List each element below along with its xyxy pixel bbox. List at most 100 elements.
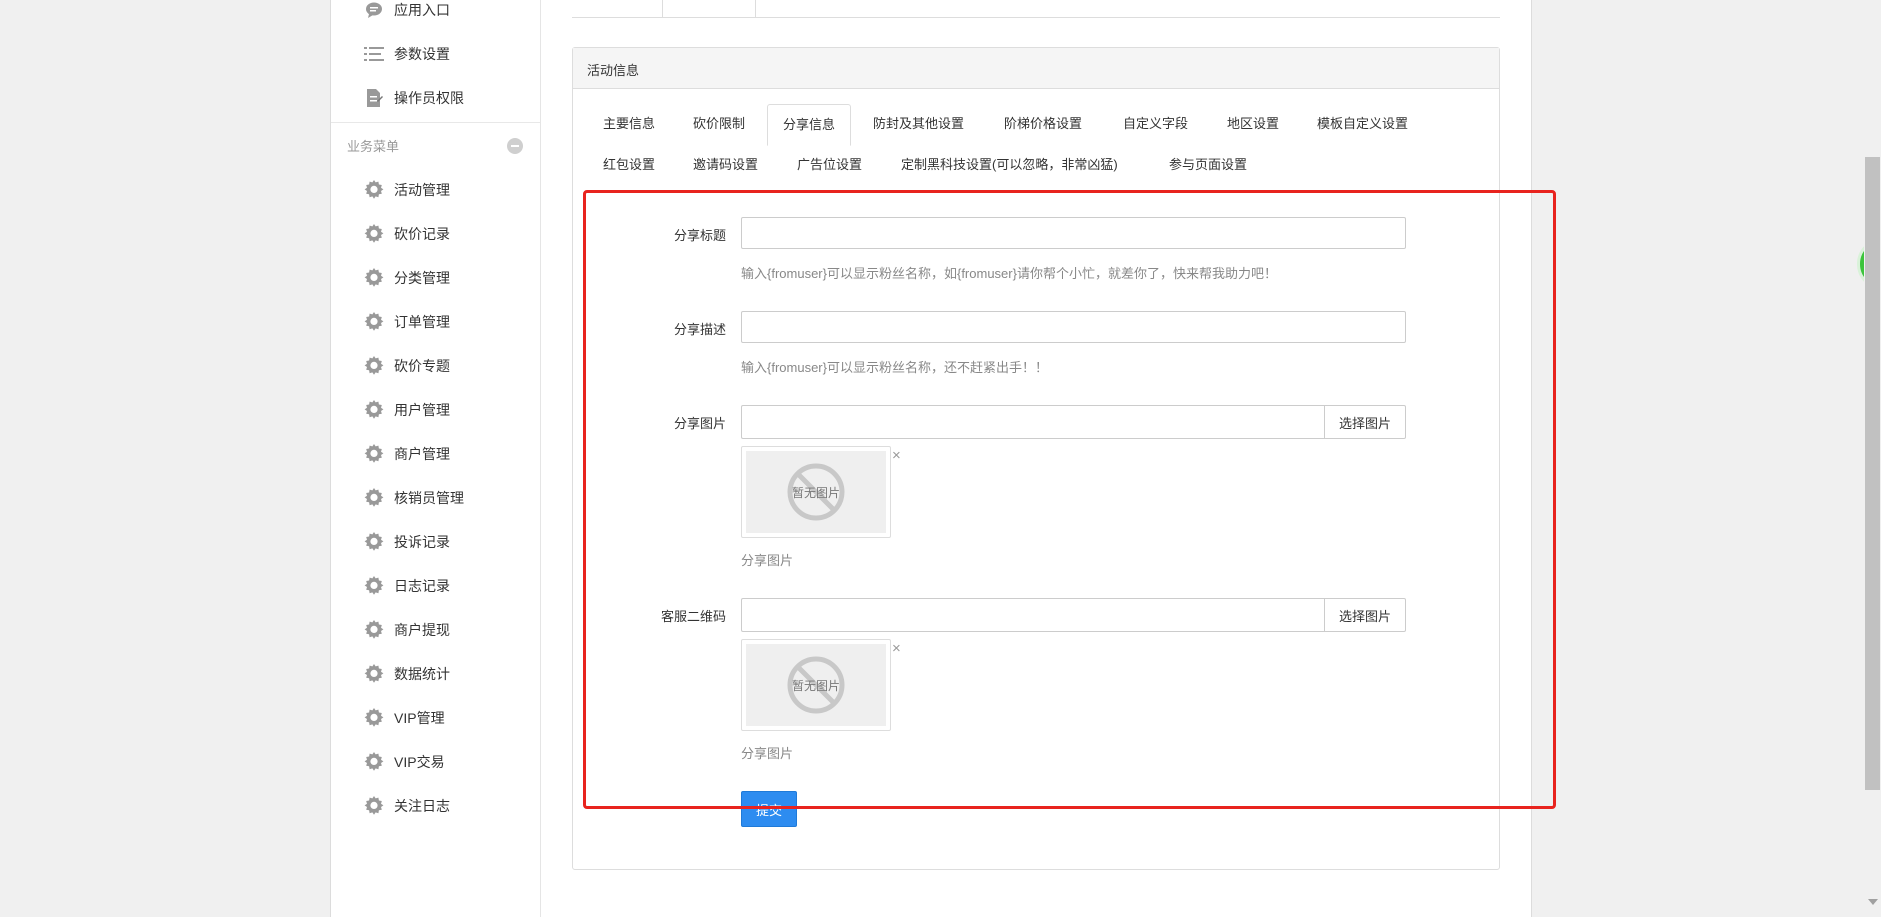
no-image-text: 暂无图片 — [791, 485, 840, 500]
scrollbar-thumb[interactable] — [1865, 157, 1880, 790]
sidebar-divider — [331, 122, 540, 123]
sidebar-item-label: 用户管理 — [394, 402, 450, 418]
sidebar-group-title: 业务菜单 — [347, 139, 400, 154]
submit-button[interactable]: 提交 — [741, 791, 797, 827]
sidebar-item-13[interactable]: VIP管理 — [331, 700, 540, 736]
gear-icon — [363, 267, 385, 289]
chat-bubble-icon — [363, 0, 385, 21]
gear-icon — [363, 575, 385, 597]
image-placeholder: 暂无图片 — [746, 644, 886, 726]
sidebar-item-label: 关注日志 — [394, 798, 450, 814]
sidebar-item-4[interactable]: 订单管理 — [331, 304, 540, 340]
sidebar-item-label: 投诉记录 — [394, 534, 450, 550]
list-settings-icon — [363, 43, 385, 65]
sidebar-item-11[interactable]: 商户提现 — [331, 612, 540, 648]
sidebar-item-7[interactable]: 商户管理 — [331, 436, 540, 472]
tab-custom-fields[interactable]: 自定义字段 — [1123, 104, 1188, 144]
tab-participate-page[interactable]: 参与页面设置 — [1169, 145, 1247, 185]
share-image-input[interactable] — [741, 405, 1324, 439]
tab-template[interactable]: 模板自定义设置 — [1317, 104, 1408, 144]
share-title-input[interactable] — [741, 217, 1406, 249]
top-tab-strip — [572, 0, 1500, 18]
gear-icon — [363, 355, 385, 377]
remove-image-icon[interactable]: × — [892, 447, 901, 464]
share-desc-help: 输入{fromuser}可以显示粉丝名称，还不赶紧出手！！ — [741, 360, 1048, 375]
share-desc-input[interactable] — [741, 311, 1406, 343]
gear-icon — [363, 223, 385, 245]
sidebar-item-12[interactable]: 数据统计 — [331, 656, 540, 692]
gear-icon — [363, 487, 385, 509]
sidebar-item-label: 砍价专题 — [394, 358, 450, 374]
sidebar-item-2[interactable]: 砍价记录 — [331, 216, 540, 252]
tab-red-packet[interactable]: 红包设置 — [603, 145, 655, 185]
qr-code-help: 分享图片 — [741, 746, 794, 761]
sidebar-item-6[interactable]: 用户管理 — [331, 392, 540, 428]
sidebar-item-label: VIP管理 — [394, 710, 445, 726]
share-desc-label: 分享描述 — [673, 322, 726, 337]
qr-code-preview: 暂无图片 — [741, 639, 891, 731]
top-tab-cut-1[interactable] — [572, 0, 600, 16]
tab-region[interactable]: 地区设置 — [1227, 104, 1279, 144]
share-title-help: 输入{fromuser}可以显示粉丝名称，如{fromuser}请你帮个小忙，就… — [741, 266, 1277, 281]
select-qr-button[interactable]: 选择图片 — [1324, 598, 1406, 632]
tab-bargain-limit[interactable]: 砍价限制 — [693, 104, 745, 144]
image-placeholder: 暂无图片 — [746, 451, 886, 533]
sidebar-item-10[interactable]: 日志记录 — [331, 568, 540, 604]
share-image-preview: 暂无图片 — [741, 446, 891, 538]
gear-icon — [363, 795, 385, 817]
sidebar-item-5[interactable]: 砍价专题 — [331, 348, 540, 384]
sidebar-item-label: 砍价记录 — [394, 226, 450, 242]
sidebar-item-label: 核销员管理 — [394, 490, 464, 506]
share-image-group: 选择图片 — [741, 405, 1406, 439]
sidebar-item-label: 商户提现 — [394, 622, 450, 638]
tab-ladder-price[interactable]: 阶梯价格设置 — [1004, 104, 1082, 144]
gear-icon — [363, 619, 385, 641]
tab-black-tech[interactable]: 定制黑科技设置(可以忽略，非常凶猛) — [901, 145, 1118, 185]
gear-icon — [363, 399, 385, 421]
share-title-label: 分享标题 — [673, 228, 726, 243]
sidebar-item-operator-permissions[interactable]: 操作员权限 — [331, 80, 540, 116]
sidebar-item-label: 分类管理 — [394, 270, 450, 286]
gear-icon — [363, 443, 385, 465]
sidebar-item-label: 应用入口 — [394, 2, 450, 18]
tab-main-info[interactable]: 主要信息 — [603, 104, 655, 144]
gear-icon — [363, 707, 385, 729]
qr-code-group: 选择图片 — [741, 598, 1406, 632]
gear-icon — [363, 663, 385, 685]
sidebar-item-3[interactable]: 分类管理 — [331, 260, 540, 296]
sidebar-item-label: 日志记录 — [394, 578, 450, 594]
top-tab-cut-2[interactable] — [662, 0, 756, 17]
collapse-icon[interactable] — [507, 138, 523, 154]
select-image-button[interactable]: 选择图片 — [1324, 405, 1406, 439]
sidebar-item-8[interactable]: 核销员管理 — [331, 480, 540, 516]
sidebar-item-label: 订单管理 — [394, 314, 450, 330]
sidebar-item-label: 操作员权限 — [394, 90, 464, 106]
tab-share-info[interactable]: 分享信息 — [767, 104, 852, 146]
sidebar-item-1[interactable]: 活动管理 — [331, 172, 540, 208]
scroll-down-icon[interactable] — [1868, 899, 1878, 905]
sidebar-item-app-entry[interactable]: 应用入口 — [331, 0, 540, 28]
document-edit-icon — [363, 87, 385, 109]
panel-heading: 活动信息 — [573, 48, 1499, 89]
share-image-label: 分享图片 — [673, 416, 726, 431]
gear-icon — [363, 531, 385, 553]
scrollbar[interactable] — [1864, 0, 1881, 917]
tab-invite-code[interactable]: 邀请码设置 — [693, 145, 758, 185]
share-image-help: 分享图片 — [741, 553, 794, 568]
sidebar-item-params[interactable]: 参数设置 — [331, 36, 540, 72]
qr-code-input[interactable] — [741, 598, 1324, 632]
remove-qr-icon[interactable]: × — [892, 640, 901, 657]
tab-anti-block[interactable]: 防封及其他设置 — [873, 104, 964, 144]
gear-icon — [363, 179, 385, 201]
sidebar-item-15[interactable]: 关注日志 — [331, 788, 540, 824]
sidebar-item-14[interactable]: VIP交易 — [331, 744, 540, 780]
tab-ad-space[interactable]: 广告位设置 — [797, 145, 862, 185]
gear-icon — [363, 751, 385, 773]
sidebar-item-label: VIP交易 — [394, 754, 445, 770]
gear-icon — [363, 311, 385, 333]
sidebar: 应用入口 参数设置 操作员权限 业务菜单 活动管理砍价记录分类管理订单管理砍价专… — [331, 0, 541, 917]
sidebar-item-9[interactable]: 投诉记录 — [331, 524, 540, 560]
sidebar-item-label: 数据统计 — [394, 666, 450, 682]
sidebar-item-label: 活动管理 — [394, 182, 450, 198]
sidebar-item-label: 商户管理 — [394, 446, 450, 462]
